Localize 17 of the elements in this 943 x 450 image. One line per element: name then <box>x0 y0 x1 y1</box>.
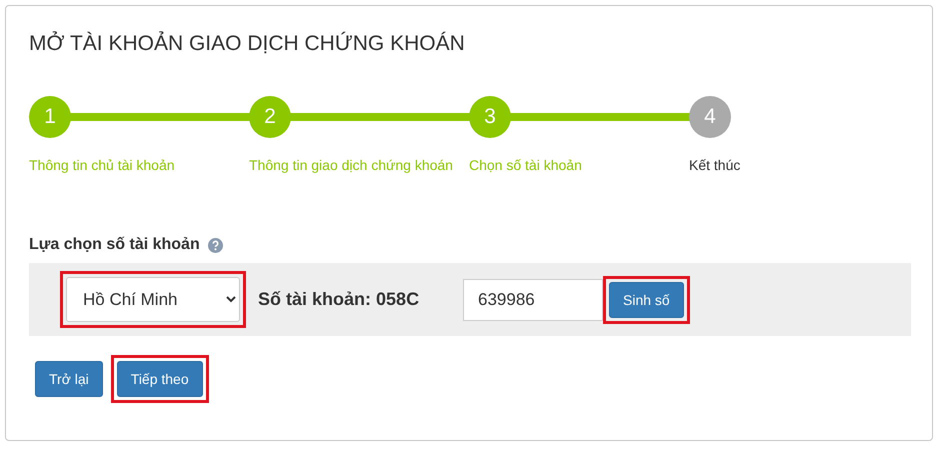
step-label: Kết thúc <box>689 157 742 173</box>
step-number: 2 <box>249 96 291 138</box>
step-number: 1 <box>29 96 71 138</box>
step-number: 4 <box>689 96 731 138</box>
account-number-field[interactable]: 639986 <box>463 278 603 320</box>
page-title: MỞ TÀI KHOẢN GIAO DỊCH CHỨNG KHOÁN <box>29 32 466 56</box>
next-button[interactable]: Tiếp theo <box>116 361 203 397</box>
generate-button[interactable]: Sinh số <box>609 282 684 318</box>
back-button[interactable]: Trở lại <box>35 361 103 397</box>
step-label: Thông tin giao dịch chứng khoán <box>249 157 454 173</box>
section-label: Lựa chọn số tài khoản <box>29 236 200 254</box>
step-label: Chọn số tài khoản <box>469 157 583 173</box>
help-icon[interactable] <box>208 238 223 252</box>
branch-select[interactable]: Hồ Chí Minh <box>66 277 240 322</box>
step-label: Thông tin chủ tài khoản <box>29 157 176 173</box>
step-number: 3 <box>469 96 511 138</box>
account-prefix: Số tài khoản: 058C <box>258 289 420 310</box>
